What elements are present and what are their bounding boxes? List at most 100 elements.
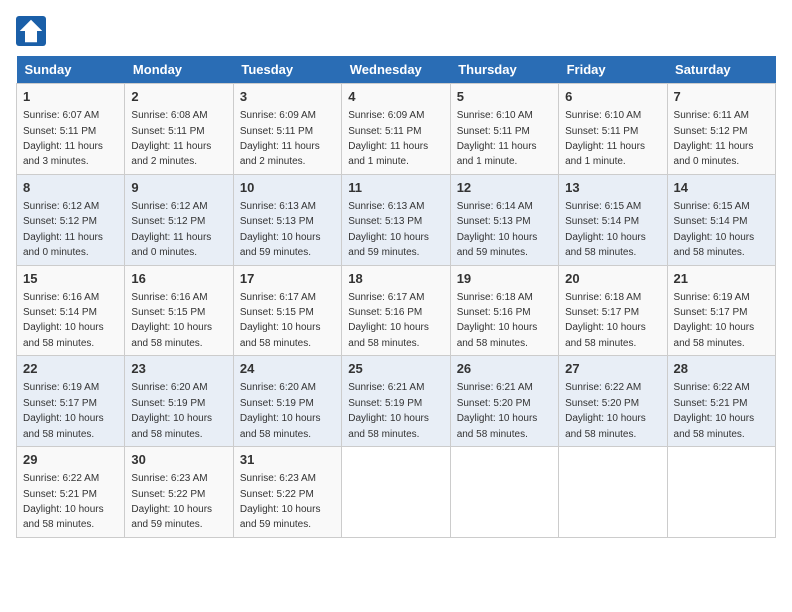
- day-number: 27: [565, 360, 660, 378]
- weekday-header: Saturday: [667, 56, 775, 84]
- day-info: Sunrise: 6:21 AMSunset: 5:20 PMDaylight:…: [457, 382, 538, 439]
- day-info: Sunrise: 6:18 AMSunset: 5:16 PMDaylight:…: [457, 292, 538, 349]
- calendar-table: SundayMondayTuesdayWednesdayThursdayFrid…: [16, 56, 776, 538]
- day-info: Sunrise: 6:21 AMSunset: 5:19 PMDaylight:…: [348, 382, 429, 439]
- day-info: Sunrise: 6:17 AMSunset: 5:16 PMDaylight:…: [348, 292, 429, 349]
- day-number: 14: [674, 179, 769, 197]
- calendar-cell: 23 Sunrise: 6:20 AMSunset: 5:19 PMDayligh…: [125, 356, 233, 447]
- calendar-cell: 9 Sunrise: 6:12 AMSunset: 5:12 PMDaylight…: [125, 174, 233, 265]
- day-number: 6: [565, 88, 660, 106]
- calendar-week: 8 Sunrise: 6:12 AMSunset: 5:12 PMDaylight…: [17, 174, 776, 265]
- logo-icon: [16, 16, 46, 46]
- calendar-week: 1 Sunrise: 6:07 AMSunset: 5:11 PMDaylight…: [17, 84, 776, 175]
- weekday-header: Wednesday: [342, 56, 450, 84]
- calendar-header: SundayMondayTuesdayWednesdayThursdayFrid…: [17, 56, 776, 84]
- day-info: Sunrise: 6:16 AMSunset: 5:15 PMDaylight:…: [131, 292, 212, 349]
- day-info: Sunrise: 6:09 AMSunset: 5:11 PMDaylight:…: [240, 110, 320, 167]
- calendar-cell: 4 Sunrise: 6:09 AMSunset: 5:11 PMDaylight…: [342, 84, 450, 175]
- calendar-cell: 25 Sunrise: 6:21 AMSunset: 5:19 PMDayligh…: [342, 356, 450, 447]
- calendar-cell: 29 Sunrise: 6:22 AMSunset: 5:21 PMDayligh…: [17, 447, 125, 538]
- day-number: 29: [23, 451, 118, 469]
- day-info: Sunrise: 6:23 AMSunset: 5:22 PMDaylight:…: [240, 473, 321, 530]
- calendar-cell: 12Sunrise: 6:14 AMSunset: 5:13 PMDayligh…: [450, 174, 558, 265]
- day-number: 18: [348, 270, 443, 288]
- day-number: 28: [674, 360, 769, 378]
- day-number: 15: [23, 270, 118, 288]
- day-info: Sunrise: 6:22 AMSunset: 5:21 PMDaylight:…: [674, 382, 755, 439]
- calendar-cell: 5Sunrise: 6:10 AMSunset: 5:11 PMDaylight…: [450, 84, 558, 175]
- weekday-header: Friday: [559, 56, 667, 84]
- calendar-cell: 6 Sunrise: 6:10 AMSunset: 5:11 PMDaylight…: [559, 84, 667, 175]
- day-number: 26: [457, 360, 552, 378]
- calendar-cell: 11 Sunrise: 6:13 AMSunset: 5:13 PMDayligh…: [342, 174, 450, 265]
- calendar-cell: 22Sunrise: 6:19 AMSunset: 5:17 PMDayligh…: [17, 356, 125, 447]
- day-info: Sunrise: 6:12 AMSunset: 5:12 PMDaylight:…: [23, 201, 103, 258]
- calendar-cell: 24 Sunrise: 6:20 AMSunset: 5:19 PMDayligh…: [233, 356, 341, 447]
- calendar-week: 22Sunrise: 6:19 AMSunset: 5:17 PMDayligh…: [17, 356, 776, 447]
- day-info: Sunrise: 6:22 AMSunset: 5:20 PMDaylight:…: [565, 382, 646, 439]
- calendar-cell: 17 Sunrise: 6:17 AMSunset: 5:15 PMDayligh…: [233, 265, 341, 356]
- day-number: 23: [131, 360, 226, 378]
- day-info: Sunrise: 6:09 AMSunset: 5:11 PMDaylight:…: [348, 110, 428, 167]
- day-number: 13: [565, 179, 660, 197]
- day-number: 21: [674, 270, 769, 288]
- day-number: 24: [240, 360, 335, 378]
- day-info: Sunrise: 6:18 AMSunset: 5:17 PMDaylight:…: [565, 292, 646, 349]
- day-info: Sunrise: 6:23 AMSunset: 5:22 PMDaylight:…: [131, 473, 212, 530]
- calendar-cell: 14 Sunrise: 6:15 AMSunset: 5:14 PMDayligh…: [667, 174, 775, 265]
- day-info: Sunrise: 6:12 AMSunset: 5:12 PMDaylight:…: [131, 201, 211, 258]
- day-info: Sunrise: 6:13 AMSunset: 5:13 PMDaylight:…: [348, 201, 429, 258]
- day-info: Sunrise: 6:20 AMSunset: 5:19 PMDaylight:…: [240, 382, 321, 439]
- day-number: 4: [348, 88, 443, 106]
- day-info: Sunrise: 6:11 AMSunset: 5:12 PMDaylight:…: [674, 110, 754, 167]
- day-number: 9: [131, 179, 226, 197]
- day-info: Sunrise: 6:07 AMSunset: 5:11 PMDaylight:…: [23, 110, 103, 167]
- day-info: Sunrise: 6:15 AMSunset: 5:14 PMDaylight:…: [565, 201, 646, 258]
- day-info: Sunrise: 6:13 AMSunset: 5:13 PMDaylight:…: [240, 201, 321, 258]
- weekday-header: Monday: [125, 56, 233, 84]
- day-info: Sunrise: 6:10 AMSunset: 5:11 PMDaylight:…: [457, 110, 537, 167]
- day-number: 16: [131, 270, 226, 288]
- day-info: Sunrise: 6:19 AMSunset: 5:17 PMDaylight:…: [674, 292, 755, 349]
- calendar-week: 15Sunrise: 6:16 AMSunset: 5:14 PMDayligh…: [17, 265, 776, 356]
- day-number: 31: [240, 451, 335, 469]
- weekday-header: Sunday: [17, 56, 125, 84]
- calendar-cell: 27 Sunrise: 6:22 AMSunset: 5:20 PMDayligh…: [559, 356, 667, 447]
- day-number: 3: [240, 88, 335, 106]
- calendar-cell: 18 Sunrise: 6:17 AMSunset: 5:16 PMDayligh…: [342, 265, 450, 356]
- calendar-cell: 28 Sunrise: 6:22 AMSunset: 5:21 PMDayligh…: [667, 356, 775, 447]
- calendar-cell: 15Sunrise: 6:16 AMSunset: 5:14 PMDayligh…: [17, 265, 125, 356]
- page-header: [16, 16, 776, 46]
- day-number: 1: [23, 88, 118, 106]
- day-number: 17: [240, 270, 335, 288]
- calendar-cell: 3 Sunrise: 6:09 AMSunset: 5:11 PMDaylight…: [233, 84, 341, 175]
- day-info: Sunrise: 6:15 AMSunset: 5:14 PMDaylight:…: [674, 201, 755, 258]
- calendar-cell: 21 Sunrise: 6:19 AMSunset: 5:17 PMDayligh…: [667, 265, 775, 356]
- day-info: Sunrise: 6:10 AMSunset: 5:11 PMDaylight:…: [565, 110, 645, 167]
- calendar-cell: 2 Sunrise: 6:08 AMSunset: 5:11 PMDaylight…: [125, 84, 233, 175]
- day-number: 25: [348, 360, 443, 378]
- day-info: Sunrise: 6:17 AMSunset: 5:15 PMDaylight:…: [240, 292, 321, 349]
- day-number: 10: [240, 179, 335, 197]
- day-number: 19: [457, 270, 552, 288]
- calendar-cell: 7 Sunrise: 6:11 AMSunset: 5:12 PMDaylight…: [667, 84, 775, 175]
- day-number: 11: [348, 179, 443, 197]
- calendar-cell: 8 Sunrise: 6:12 AMSunset: 5:12 PMDaylight…: [17, 174, 125, 265]
- calendar-cell: 1 Sunrise: 6:07 AMSunset: 5:11 PMDaylight…: [17, 84, 125, 175]
- calendar-cell: [450, 447, 558, 538]
- day-number: 22: [23, 360, 118, 378]
- day-info: Sunrise: 6:08 AMSunset: 5:11 PMDaylight:…: [131, 110, 211, 167]
- weekday-header: Thursday: [450, 56, 558, 84]
- day-number: 2: [131, 88, 226, 106]
- day-info: Sunrise: 6:14 AMSunset: 5:13 PMDaylight:…: [457, 201, 538, 258]
- day-number: 7: [674, 88, 769, 106]
- calendar-cell: [559, 447, 667, 538]
- calendar-cell: 31 Sunrise: 6:23 AMSunset: 5:22 PMDayligh…: [233, 447, 341, 538]
- day-info: Sunrise: 6:20 AMSunset: 5:19 PMDaylight:…: [131, 382, 212, 439]
- calendar-cell: 13 Sunrise: 6:15 AMSunset: 5:14 PMDayligh…: [559, 174, 667, 265]
- day-info: Sunrise: 6:22 AMSunset: 5:21 PMDaylight:…: [23, 473, 104, 530]
- calendar-cell: [667, 447, 775, 538]
- calendar-cell: 30Sunrise: 6:23 AMSunset: 5:22 PMDayligh…: [125, 447, 233, 538]
- calendar-cell: 20Sunrise: 6:18 AMSunset: 5:17 PMDayligh…: [559, 265, 667, 356]
- day-number: 8: [23, 179, 118, 197]
